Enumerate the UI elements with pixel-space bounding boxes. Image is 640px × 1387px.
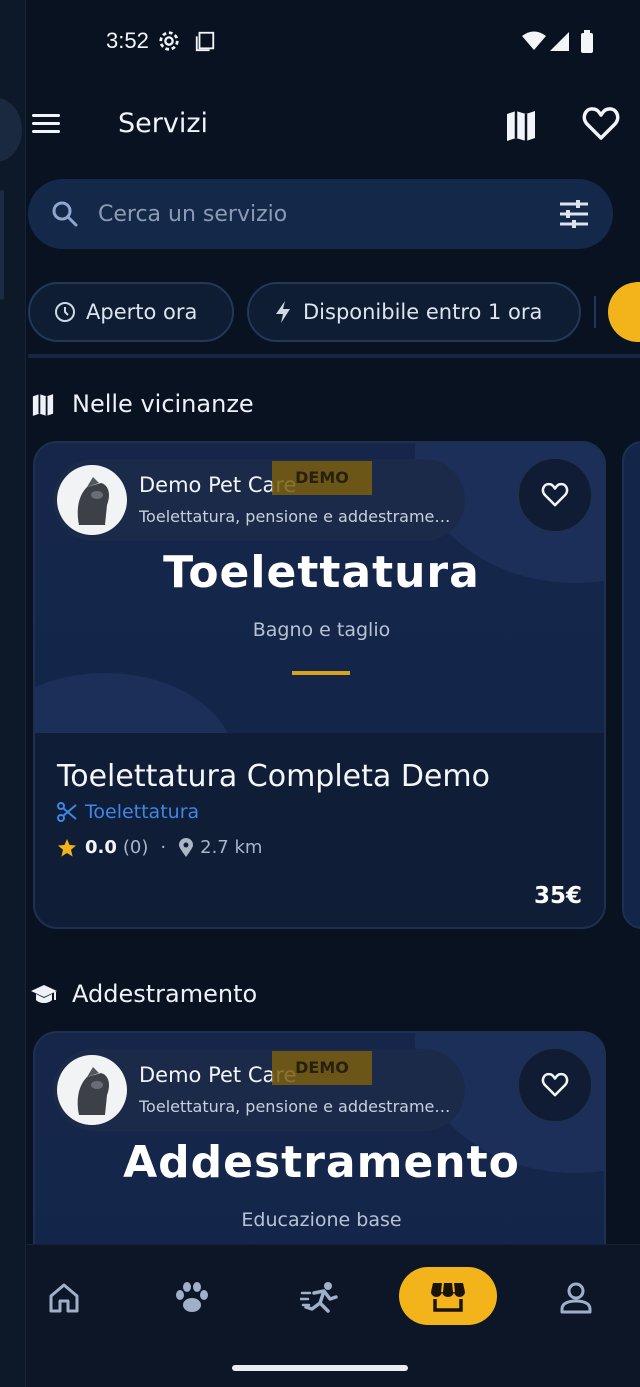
hero-decoration	[35, 673, 235, 733]
profile-icon	[560, 1282, 592, 1314]
nav-home[interactable]	[34, 1273, 94, 1323]
chip-available-1h[interactable]: Disponibile entro 1 ora	[247, 282, 581, 342]
clock-icon	[55, 302, 75, 322]
service-card[interactable]: Demo Pet Care Toelettatura, pensione e a…	[33, 441, 606, 929]
hero-subtitle: Bagno e taglio	[252, 619, 391, 641]
search-input[interactable]	[98, 193, 538, 235]
search-bar[interactable]	[28, 179, 613, 249]
search-icon	[52, 201, 78, 231]
store-icon	[431, 1282, 465, 1312]
section-header-training: Addestramento	[26, 976, 626, 1016]
chip-separator	[594, 296, 596, 328]
hero-title: Addestramento	[123, 1137, 520, 1188]
signal-icon	[548, 30, 570, 56]
gesture-home-indicator[interactable]	[232, 1365, 408, 1371]
battery-icon	[580, 30, 594, 58]
map-icon	[30, 392, 56, 422]
filter-sliders-icon[interactable]	[558, 199, 590, 233]
service-price: 35€	[533, 883, 582, 909]
app-bar: Servizi	[26, 96, 640, 158]
rating-value: 0.0	[85, 837, 117, 858]
chip-open-now-label: Aperto ora	[86, 300, 198, 324]
wifi-icon	[522, 30, 546, 56]
filter-chips: Aperto ora Disponibile entro 1 ora	[26, 282, 640, 344]
hero-accent-line	[292, 671, 350, 675]
lightning-icon	[276, 301, 290, 323]
provider-pill[interactable]: Demo Pet Care Toelettatura, pensione e a…	[53, 1049, 465, 1131]
section-header-nearby: Nelle vicinanze	[26, 386, 626, 426]
map-icon[interactable]	[504, 108, 538, 148]
home-icon	[49, 1283, 79, 1313]
demo-badge: DEMO	[272, 461, 372, 495]
provider-description: Toelettatura, pensione e addestramento	[139, 1097, 455, 1116]
menu-icon[interactable]	[30, 110, 62, 142]
paw-icon	[176, 1282, 208, 1312]
chip-available-1h-label: Disponibile entro 1 ora	[303, 300, 543, 324]
status-time: 3:52	[106, 28, 149, 53]
favorite-button[interactable]	[517, 1047, 593, 1123]
provider-pill[interactable]: Demo Pet Care Toelettatura, pensione e a…	[53, 459, 465, 541]
nav-services[interactable]	[399, 1267, 497, 1325]
chip-category-active[interactable]	[608, 282, 640, 342]
nav-profile[interactable]	[546, 1273, 606, 1323]
distance: 2.7 km	[200, 837, 263, 858]
service-category-label: Toelettatura	[85, 801, 200, 823]
page-title: Servizi	[118, 108, 209, 139]
settings-icon	[158, 30, 180, 56]
meta-separator: ·	[160, 837, 167, 858]
star-icon	[58, 838, 76, 856]
heart-icon	[541, 482, 569, 507]
favorites-heart-icon[interactable]	[582, 106, 620, 146]
service-title: Toelettatura Completa Demo	[57, 759, 490, 794]
favorite-button[interactable]	[517, 457, 593, 533]
heart-icon	[541, 1072, 569, 1097]
hero-title: Toelettatura	[163, 547, 480, 598]
graduation-cap-icon	[30, 982, 58, 1012]
scissors-icon	[57, 802, 77, 822]
card-hero: Demo Pet Care Toelettatura, pensione e a…	[35, 443, 604, 733]
location-pin-icon	[179, 837, 194, 857]
provider-avatar	[57, 465, 127, 535]
nav-activities[interactable]	[290, 1273, 350, 1323]
service-category: Toelettatura	[57, 801, 199, 823]
next-card-peek[interactable]	[622, 441, 640, 929]
bottom-navigation	[26, 1244, 640, 1387]
edge-knob	[0, 98, 22, 162]
edge-bar	[0, 190, 4, 300]
status-bar: 3:52	[26, 26, 640, 60]
section-title: Nelle vicinanze	[72, 390, 254, 418]
scroll-divider	[28, 354, 640, 358]
review-count: (0)	[122, 837, 149, 858]
provider-description: Toelettatura, pensione e addestramento	[139, 507, 455, 526]
hero-subtitle: Educazione base	[241, 1209, 402, 1231]
previous-screen-edge	[0, 0, 26, 1387]
section-title: Addestramento	[72, 980, 258, 1008]
service-meta: 0.0 (0) · 2.7 km	[57, 837, 262, 858]
app-screen: 3:52 Servizi Cerca un servizio Aperto or…	[26, 0, 640, 1387]
running-icon	[300, 1282, 338, 1313]
chip-open-now[interactable]: Aperto ora	[28, 282, 234, 342]
demo-badge: DEMO	[272, 1051, 372, 1085]
provider-avatar	[57, 1055, 127, 1125]
nav-pets[interactable]	[162, 1273, 222, 1323]
screenshot-icon	[194, 30, 216, 56]
